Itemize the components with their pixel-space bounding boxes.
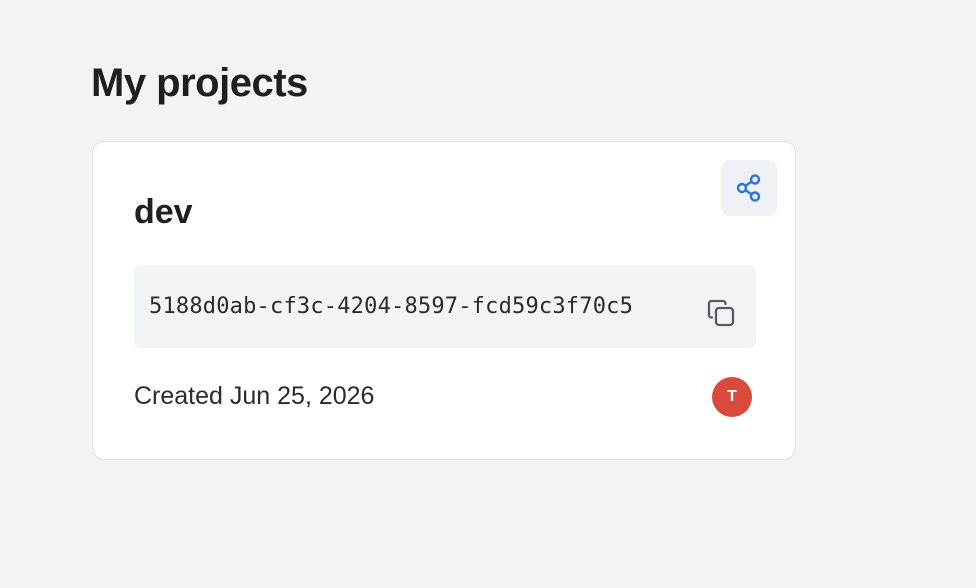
project-id: 5188d0ab-cf3c-4204-8597-fcd59c3f70c5	[149, 293, 634, 319]
share-button[interactable]	[721, 160, 777, 216]
copy-id-button[interactable]	[704, 296, 738, 330]
project-card[interactable]: dev 5188d0ab-cf3c-4204-8597-fcd59c3f70c5…	[92, 141, 796, 460]
project-id-box: 5188d0ab-cf3c-4204-8597-fcd59c3f70c5	[134, 265, 756, 348]
page-title: My projects	[91, 61, 308, 105]
avatar[interactable]: T	[712, 377, 752, 417]
share-icon	[736, 174, 761, 202]
copy-icon	[707, 299, 735, 327]
created-date: Created Jun 25, 2026	[134, 382, 375, 410]
projects-page: My projects dev 5188d0ab-cf3c-4204-8597-…	[0, 0, 976, 588]
project-name: dev	[134, 193, 193, 231]
